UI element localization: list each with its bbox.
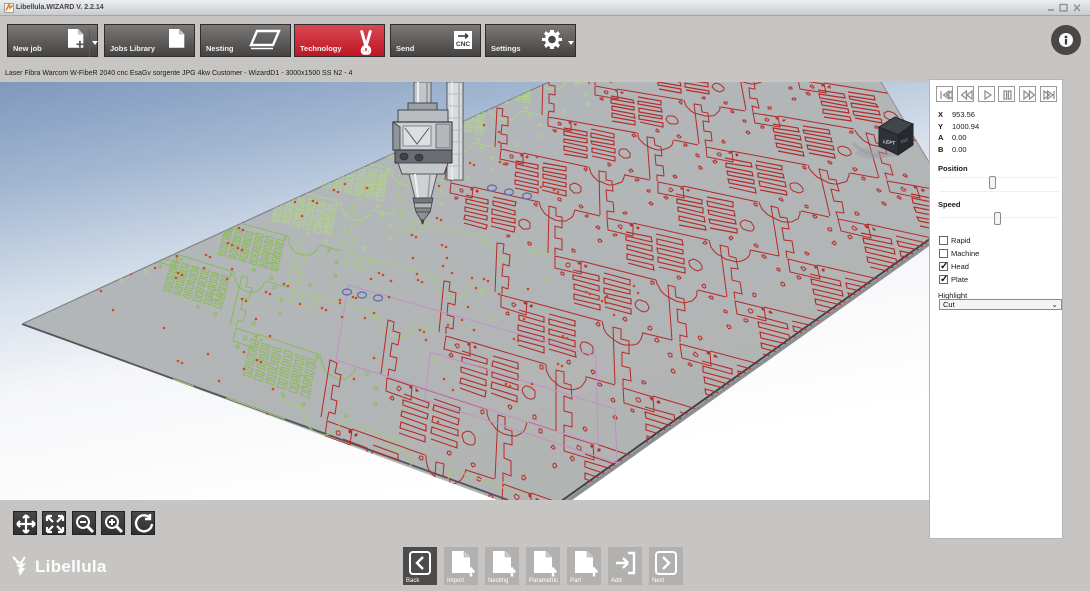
svg-text:CNC: CNC bbox=[456, 41, 470, 48]
